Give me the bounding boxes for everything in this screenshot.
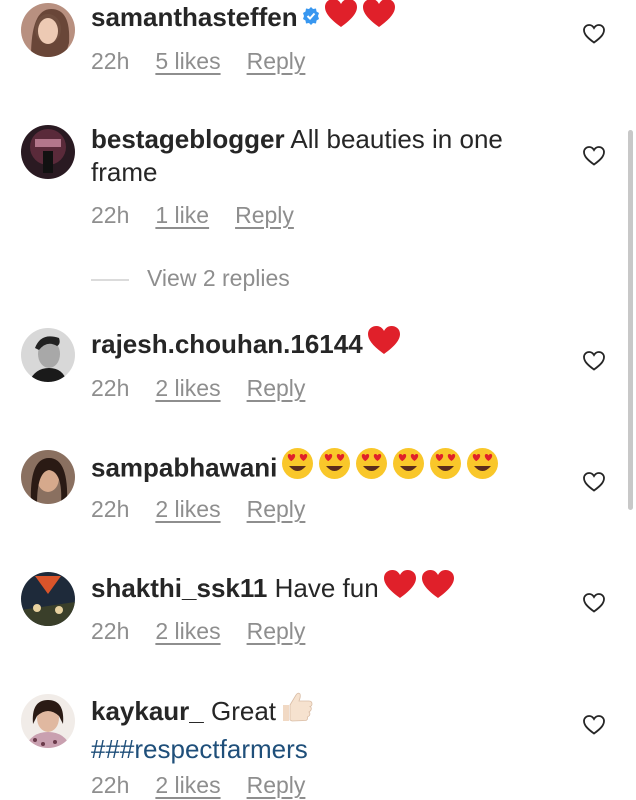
comment-meta: 22h 2 likes Reply bbox=[91, 495, 331, 523]
comment-meta: 22h 2 likes Reply bbox=[91, 617, 331, 645]
heart-eyes-emoji-icon bbox=[429, 447, 462, 488]
avatar[interactable] bbox=[21, 125, 75, 179]
hashtag-link[interactable]: ###respectfarmers bbox=[91, 734, 308, 764]
red-heart-icon bbox=[383, 569, 417, 607]
comment-time: 22h bbox=[91, 48, 130, 74]
comment-meta: 22h 2 likes Reply bbox=[91, 771, 331, 799]
reply-button[interactable]: Reply bbox=[247, 618, 306, 644]
red-heart-icon bbox=[367, 325, 401, 363]
red-heart-icon bbox=[362, 0, 396, 36]
avatar[interactable] bbox=[21, 3, 75, 57]
heart-eyes-emoji-icon bbox=[392, 447, 425, 488]
comment-username[interactable]: sampabhawani bbox=[91, 452, 277, 482]
avatar[interactable] bbox=[21, 450, 75, 504]
comment-body: Have fun bbox=[274, 572, 379, 603]
comment-time: 22h bbox=[91, 772, 130, 798]
comment-text: shakthi_ssk11 Have fun bbox=[91, 569, 566, 609]
reply-button[interactable]: Reply bbox=[247, 375, 306, 401]
likes-count-link[interactable]: 2 likes bbox=[155, 772, 220, 798]
likes-count-link[interactable]: 2 likes bbox=[155, 375, 220, 401]
heart-eyes-emoji-icon bbox=[281, 447, 314, 488]
comment-body: Great bbox=[211, 695, 277, 726]
view-replies-label: View 2 replies bbox=[147, 265, 290, 291]
comment-time: 22h bbox=[91, 496, 130, 522]
red-heart-icon bbox=[421, 569, 455, 607]
comment-meta: 22h 5 likes Reply bbox=[91, 47, 331, 75]
reply-button[interactable]: Reply bbox=[235, 202, 294, 228]
red-heart-icon bbox=[324, 0, 358, 36]
comment-meta: 22h 1 like Reply bbox=[91, 201, 320, 229]
divider bbox=[91, 278, 129, 281]
thumbs-up-icon bbox=[280, 691, 314, 731]
comment-text: rajesh.chouhan.16144 bbox=[91, 325, 566, 365]
comment-meta: 22h 2 likes Reply bbox=[91, 374, 331, 402]
comment-username[interactable]: samanthasteffen bbox=[91, 2, 298, 32]
reply-button[interactable]: Reply bbox=[247, 772, 306, 798]
comment-time: 22h bbox=[91, 618, 130, 644]
avatar[interactable] bbox=[21, 694, 75, 748]
comment-text: bestageblogger All beauties in one frame bbox=[91, 123, 566, 189]
like-heart-icon[interactable] bbox=[583, 146, 605, 166]
comment-time: 22h bbox=[91, 202, 130, 228]
comment-body: All beauties in one bbox=[290, 124, 503, 154]
scrollbar[interactable] bbox=[628, 130, 633, 510]
like-heart-icon[interactable] bbox=[583, 715, 605, 735]
reply-button[interactable]: Reply bbox=[247, 496, 306, 522]
likes-count-link[interactable]: 1 like bbox=[155, 202, 209, 228]
like-heart-icon[interactable] bbox=[583, 593, 605, 613]
comment-username[interactable]: kaykaur_ bbox=[91, 696, 204, 726]
likes-count-link[interactable]: 2 likes bbox=[155, 618, 220, 644]
comment-text: sampabhawani bbox=[91, 447, 566, 490]
likes-count-link[interactable]: 2 likes bbox=[155, 496, 220, 522]
comment-text: samanthasteffen bbox=[91, 0, 566, 38]
comment-username[interactable]: bestageblogger bbox=[91, 124, 285, 154]
reply-button[interactable]: Reply bbox=[247, 48, 306, 74]
likes-count-link[interactable]: 5 likes bbox=[155, 48, 220, 74]
comment-username[interactable]: rajesh.chouhan.16144 bbox=[91, 329, 363, 359]
comment-text: kaykaur_ Great ###respectfarmers bbox=[91, 691, 566, 766]
heart-eyes-emoji-icon bbox=[355, 447, 388, 488]
heart-eyes-emoji-icon bbox=[466, 447, 499, 488]
like-heart-icon[interactable] bbox=[583, 24, 605, 44]
verified-badge-icon bbox=[302, 0, 320, 33]
like-heart-icon[interactable] bbox=[583, 472, 605, 492]
like-heart-icon[interactable] bbox=[583, 351, 605, 371]
heart-eyes-emoji-icon bbox=[318, 447, 351, 488]
avatar[interactable] bbox=[21, 328, 75, 382]
comment-time: 22h bbox=[91, 375, 130, 401]
avatar[interactable] bbox=[21, 572, 75, 626]
comment-username[interactable]: shakthi_ssk11 bbox=[91, 573, 267, 603]
view-replies-button[interactable]: View 2 replies bbox=[91, 265, 290, 292]
comment-body-continued: frame bbox=[91, 157, 158, 187]
